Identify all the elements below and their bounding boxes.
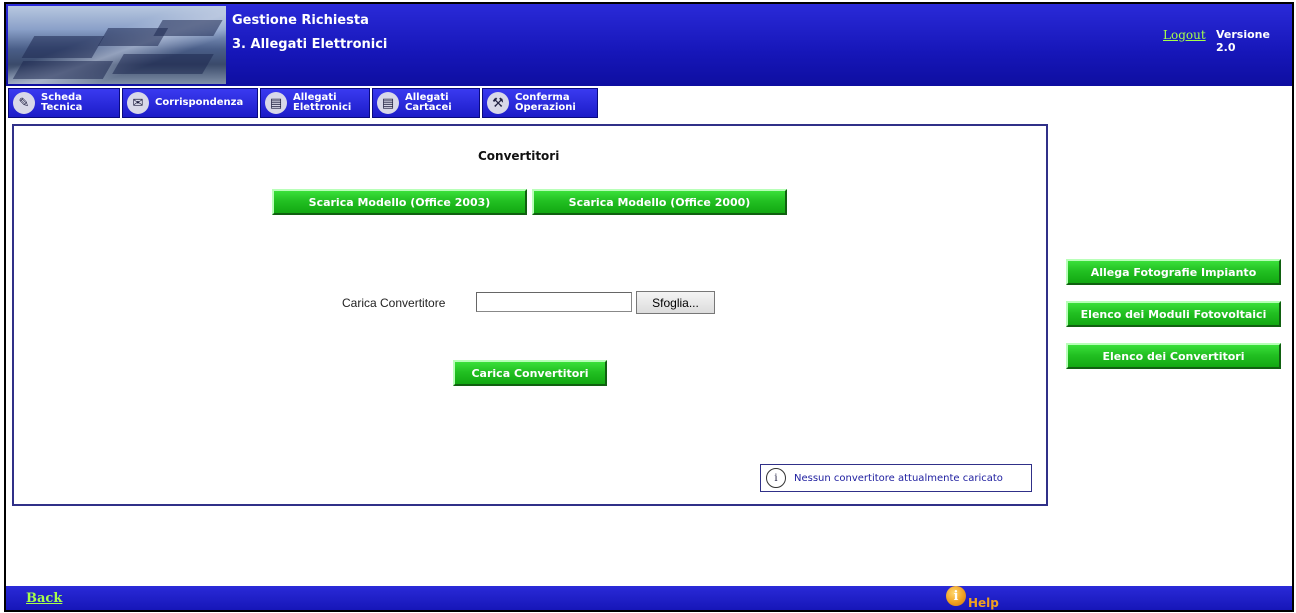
help-icon: i <box>946 586 966 606</box>
browse-button[interactable]: Sfoglia... <box>636 291 715 314</box>
help-link[interactable]: i Help <box>946 586 999 610</box>
tab-conferma-operazioni[interactable]: ⚒ Conferma Operazioni <box>482 88 598 118</box>
tools-icon: ⚒ <box>487 92 509 114</box>
tab-scheda-tecnica[interactable]: ✎ Scheda Tecnica <box>8 88 120 118</box>
page-subtitle: 3. Allegati Elettronici <box>232 37 388 52</box>
attach-photos-button[interactable]: Allega Fotografie Impianto <box>1066 259 1281 285</box>
version-label: Versione 2.0 <box>1216 28 1270 54</box>
upload-label: Carica Convertitore <box>342 296 446 310</box>
help-label: Help <box>968 596 999 610</box>
pencil-icon: ✎ <box>13 92 35 114</box>
download-office-2000-button[interactable]: Scarica Modello (Office 2000) <box>532 189 787 215</box>
tab-corrispondenza[interactable]: ✉ Corrispondenza <box>122 88 258 118</box>
tab-label-line2: Operazioni <box>515 102 576 113</box>
tab-label-line1: Corrispondenza <box>155 97 244 108</box>
converters-panel <box>12 124 1048 506</box>
tab-allegati-elettronici[interactable]: ▤ Allegati Elettronici <box>260 88 370 118</box>
envelope-icon: ✉ <box>127 92 149 114</box>
pv-modules-list-button[interactable]: Elenco dei Moduli Fotovoltaici <box>1066 301 1281 327</box>
header-bar: Gestione Richiesta 3. Allegati Elettroni… <box>6 4 1292 86</box>
section-title: Convertitori <box>478 149 560 163</box>
status-message: i Nessun convertitore attualmente carica… <box>760 464 1032 492</box>
document-icon: ▤ <box>377 92 399 114</box>
solar-panel-banner-image <box>8 6 226 84</box>
footer-bar: Back i Help <box>6 586 1292 610</box>
status-message-text: Nessun convertitore attualmente caricato <box>794 472 1003 484</box>
download-office-2003-button[interactable]: Scarica Modello (Office 2003) <box>272 189 527 215</box>
converters-list-button[interactable]: Elenco dei Convertitori <box>1066 343 1281 369</box>
info-icon: i <box>766 468 786 488</box>
upload-converters-button[interactable]: Carica Convertitori <box>453 360 607 386</box>
tab-label-line2: Cartacei <box>405 102 452 113</box>
document-icon: ▤ <box>265 92 287 114</box>
tab-label-line2: Tecnica <box>41 102 83 113</box>
nav-tabs: ✎ Scheda Tecnica ✉ Corrispondenza ▤ Alleg… <box>6 86 1292 122</box>
back-link[interactable]: Back <box>26 591 62 606</box>
logout-link[interactable]: Logout <box>1163 28 1206 42</box>
file-path-input[interactable] <box>476 292 632 312</box>
page-title: Gestione Richiesta <box>232 13 369 28</box>
tab-allegati-cartacei[interactable]: ▤ Allegati Cartacei <box>372 88 480 118</box>
tab-label-line2: Elettronici <box>293 102 352 113</box>
